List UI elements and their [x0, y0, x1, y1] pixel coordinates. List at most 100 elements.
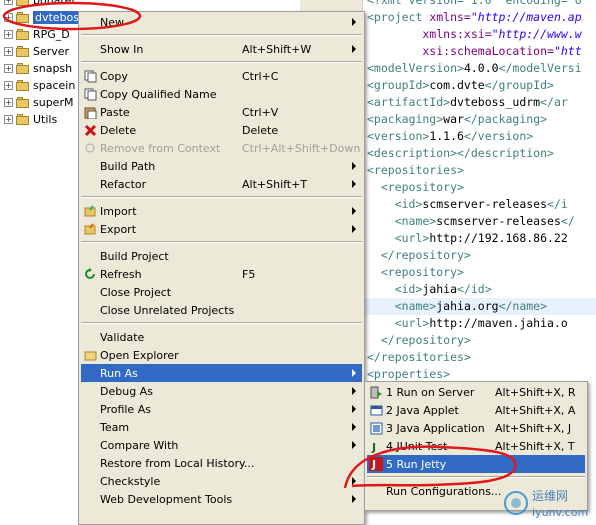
- menu-item-refactor[interactable]: Refactor Alt+Shift+T: [81, 175, 362, 193]
- menu-separator: [81, 241, 362, 243]
- code-token: <repository>: [367, 180, 464, 194]
- tree-item[interactable]: + bonarel: [4, 0, 75, 9]
- menu-item-open-explorer[interactable]: Open Explorer: [81, 346, 362, 364]
- code-token: </modelVersi: [498, 61, 582, 75]
- submenu-arrow-icon: [352, 18, 356, 26]
- code-token: jahia.org: [436, 299, 499, 313]
- code-token: </i: [547, 197, 568, 211]
- menu-separator: [81, 61, 362, 63]
- menu-item-paste[interactable]: Paste Ctrl+V: [81, 103, 362, 121]
- menu-item-label: Debug As: [100, 384, 153, 398]
- tree-item[interactable]: + spacein: [4, 77, 75, 94]
- menu-item-team[interactable]: Team: [81, 418, 362, 436]
- menu-item-compare-with[interactable]: Compare With: [81, 436, 362, 454]
- code-token: xsi:schemaLocation=: [367, 44, 554, 58]
- menu-item-label: 2 Java Applet: [386, 403, 459, 417]
- code-token: </repositories>: [367, 350, 471, 364]
- tree-item[interactable]: + RPG_D: [4, 26, 70, 43]
- submenu-arrow-icon: [352, 369, 356, 377]
- code-line: <name>scmserver-releases</: [367, 213, 575, 230]
- code-line: </repository>: [367, 247, 471, 264]
- screen: + bonarel + dvteboss_udrm + RPG_D + Server + snap…: [0, 0, 596, 525]
- menu-item-label: Run Configurations...: [386, 484, 502, 498]
- code-token: <packaging>: [367, 112, 444, 126]
- tree-item-label: Utils: [33, 113, 58, 126]
- menu-item-label: Web Development Tools: [100, 492, 233, 506]
- code-token: </version>: [463, 129, 534, 143]
- tree-item[interactable]: + superM: [4, 94, 73, 111]
- tree-item[interactable]: + Server: [4, 43, 69, 60]
- code-token: <version>: [367, 129, 430, 143]
- code-token: <artifactId>: [367, 95, 451, 109]
- menu-item-run-as[interactable]: Run As: [81, 364, 362, 382]
- expand-icon[interactable]: +: [4, 64, 13, 73]
- code-line: <repository>: [367, 264, 464, 281]
- svg-text:J: J: [371, 458, 376, 471]
- project-folder-icon: [16, 11, 30, 24]
- menu-item-checkstyle[interactable]: Checkstyle: [81, 472, 362, 490]
- menu-item-import[interactable]: Import: [81, 202, 362, 220]
- menu-item-label: Open Explorer: [100, 348, 179, 362]
- menu-item-close-unrelated-projects[interactable]: Close Unrelated Projects: [81, 301, 362, 319]
- code-token: </repository>: [367, 248, 471, 262]
- menu-item-1-run-on-server[interactable]: 1 Run on Server Alt+Shift+X, R: [367, 383, 585, 401]
- menu-item-restore-from-local-history[interactable]: Restore from Local History...: [81, 454, 362, 472]
- menu-item-profile-as[interactable]: Profile As: [81, 400, 362, 418]
- applet-icon: [369, 403, 383, 417]
- menu-item-show-in[interactable]: Show In Alt+Shift+W: [81, 40, 362, 58]
- expand-icon[interactable]: +: [4, 81, 13, 90]
- menu-item-2-java-applet[interactable]: 2 Java Applet Alt+Shift+X, A: [367, 401, 585, 419]
- menu-item-label: Checkstyle: [100, 474, 161, 488]
- menu-item-accelerator: Alt+Shift+X, R: [495, 385, 576, 399]
- menu-item-delete[interactable]: Delete Delete: [81, 121, 362, 139]
- code-line: <project xmlns="http://maven.ap: [367, 9, 582, 26]
- menu-item-4-junit-test[interactable]: J 4 JUnit Test Alt+Shift+X, T: [367, 437, 585, 455]
- code-token: xmlns=: [429, 10, 471, 24]
- expand-icon[interactable]: +: [4, 0, 13, 5]
- menu-item-build-project[interactable]: Build Project: [81, 247, 362, 265]
- code-token: </: [560, 214, 575, 228]
- menu-item-close-project[interactable]: Close Project: [81, 283, 362, 301]
- code-token: </groupId>: [484, 78, 554, 92]
- tree-item[interactable]: + Utils: [4, 111, 57, 128]
- code-token: "htt: [553, 44, 582, 58]
- code-line: <url>http://maven.jahia.o: [367, 315, 568, 332]
- expand-icon[interactable]: +: [4, 13, 13, 22]
- expand-icon[interactable]: +: [4, 30, 13, 39]
- submenu-arrow-icon: [352, 495, 356, 503]
- menu-item-validate[interactable]: Validate: [81, 328, 362, 346]
- menu-item-build-path[interactable]: Build Path: [81, 157, 362, 175]
- menu-item-label: Import: [100, 204, 137, 218]
- menu-item-label: Build Project: [100, 249, 169, 263]
- code-token: <project: [367, 10, 430, 24]
- menu-item-copy[interactable]: Copy Ctrl+C: [81, 67, 362, 85]
- menu-item-label: Restore from Local History...: [100, 456, 255, 470]
- project-folder-icon: [16, 45, 30, 58]
- menu-item-5-run-jetty[interactable]: J 5 Run Jetty: [367, 455, 585, 473]
- code-token: com.dvte: [429, 78, 485, 92]
- code-token: <url>: [367, 231, 430, 245]
- menu-item-3-java-application[interactable]: 3 Java Application Alt+Shift+X, J: [367, 419, 585, 437]
- menu-item-debug-as[interactable]: Debug As: [81, 382, 362, 400]
- code-token: xmlns:xsi=: [367, 27, 492, 41]
- code-token: jahia: [422, 282, 458, 296]
- menu-item-refresh[interactable]: Refresh F5: [81, 265, 362, 283]
- submenu-arrow-icon: [352, 45, 356, 53]
- menu-item-export[interactable]: Export: [81, 220, 362, 238]
- code-token: 1.1.6: [429, 129, 464, 143]
- copy-icon: [83, 69, 97, 83]
- tree-item[interactable]: + snapsh: [4, 60, 72, 77]
- watermark-cn: 运维网: [532, 489, 568, 503]
- menu-item-web-development-tools[interactable]: Web Development Tools: [81, 490, 362, 508]
- code-token: <repository>: [367, 265, 464, 279]
- expand-icon[interactable]: +: [4, 98, 13, 107]
- submenu-arrow-icon: [352, 405, 356, 413]
- code-token: <properties>: [367, 367, 451, 381]
- code-token: scmserver-releases: [422, 197, 548, 211]
- code-line: <url>http://192.168.86.22: [367, 230, 568, 247]
- menu-item-new[interactable]: New: [81, 13, 362, 31]
- expand-icon[interactable]: +: [4, 115, 13, 124]
- menu-item-copy-qualified-name[interactable]: Copy Qualified Name: [81, 85, 362, 103]
- export-icon: [83, 222, 97, 236]
- expand-icon[interactable]: +: [4, 47, 13, 56]
